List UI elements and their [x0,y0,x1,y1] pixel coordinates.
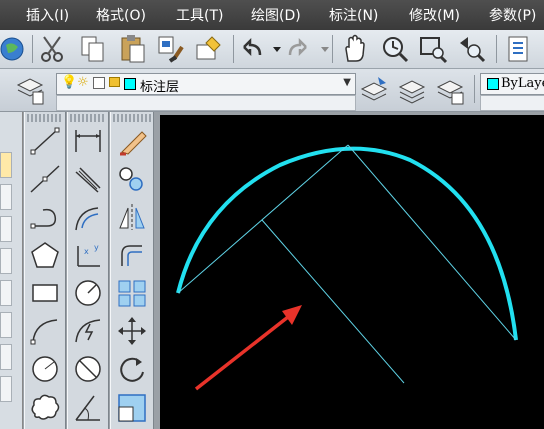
mirror-icon[interactable] [114,200,150,234]
dimension-toolbar: xy [67,112,109,429]
toolbar-separator [496,35,497,63]
svg-text:y: y [94,243,99,252]
draw-toolbar [24,112,66,429]
copy-icon[interactable] [78,33,108,65]
color-control-value: ByLaye [501,76,544,91]
menu-insert[interactable]: 插入(I) [26,5,69,25]
menu-tools[interactable]: 工具(T) [176,5,223,25]
pan-hand-icon[interactable] [340,33,370,65]
rectangle-tool-icon[interactable] [27,276,63,310]
undo-dropdown-icon[interactable] [262,33,281,65]
panel-cell[interactable] [0,376,12,402]
standard-toolbar [0,30,544,69]
svg-text:x: x [84,247,89,256]
globe-icon[interactable] [0,33,30,65]
scale-icon[interactable] [114,390,150,424]
toolbar-grip[interactable] [70,114,106,122]
toolbar-separator [474,75,475,103]
toolbar-grip[interactable] [113,114,151,122]
menu-draw[interactable]: 绘图(D) [251,5,301,25]
chevron-down-icon: ▼ [343,77,351,88]
layer-color-swatch [124,78,136,90]
color-control-dropdown[interactable]: ByLaye [480,73,544,95]
construction-line-icon[interactable] [27,162,63,196]
array-icon[interactable] [114,276,150,310]
redo-icon[interactable] [282,33,312,65]
angular-dimension-icon[interactable] [70,390,106,424]
sun-icon: ☼ [77,75,89,90]
ordinate-dimension-icon[interactable]: xy [70,238,106,272]
lock-icon [109,77,120,87]
erase-icon[interactable] [114,124,150,158]
drawing-canvas[interactable] [160,115,544,429]
layer-states-icon[interactable] [436,73,466,105]
paste-icon[interactable] [118,33,148,65]
panel-cell[interactable] [0,152,12,178]
panel-cell[interactable] [0,184,12,210]
rotate-icon[interactable] [114,352,150,386]
arc-tool-icon[interactable] [27,314,63,348]
menu-bar: 插入(I) 格式(O) 工具(T) 绘图(D) 标注(N) 修改(M) 参数(P… [0,0,544,30]
copy-object-icon[interactable] [114,162,150,196]
move-icon[interactable] [114,314,150,348]
polyline-tool-icon[interactable] [27,200,63,234]
lightbulb-icon: 💡 [61,75,78,90]
properties-icon[interactable] [504,33,534,65]
match-properties-icon[interactable] [156,33,186,65]
toolbar-separator [332,35,333,63]
menu-parameters[interactable]: 参数(P) [489,5,536,25]
layer-dropdown-lower-bar [56,95,356,111]
color-swatch [487,78,499,90]
layers-toolbar: 💡 ☼ 标注层 ▼ ByLaye [0,69,544,112]
zoom-window-icon[interactable] [418,33,448,65]
panel-cell[interactable] [0,344,12,370]
panel-cell[interactable] [0,280,12,306]
cut-icon[interactable] [38,33,68,65]
offset-icon[interactable] [114,238,150,272]
red-annotation-arrow [194,305,302,391]
panel-cell[interactable] [0,216,12,242]
linear-dimension-icon[interactable] [70,124,106,158]
line-tool-icon[interactable] [27,124,63,158]
redo-dropdown-icon[interactable] [310,33,329,65]
menu-format[interactable]: 格式(O) [96,5,146,25]
aligned-dimension-icon[interactable] [70,162,106,196]
revision-cloud-icon[interactable] [27,390,63,424]
cyan-arc [176,146,518,341]
block-editor-icon[interactable] [194,33,224,65]
circle-tool-icon[interactable] [27,352,63,386]
zoom-previous-icon[interactable] [456,33,486,65]
construction-line [261,219,405,384]
current-layer-name: 标注层 [140,80,180,95]
panel-cell[interactable] [0,312,12,338]
toolbar-separator [233,35,234,63]
layer-dropdown[interactable]: 💡 ☼ 标注层 ▼ [56,73,356,95]
toolbar-grip[interactable] [27,114,63,122]
modify-toolbar [110,112,154,429]
layer-properties-icon[interactable] [16,73,46,105]
viewport-freeze-icon [93,77,105,89]
color-control-lower-bar [480,95,544,111]
radius-dimension-icon[interactable] [70,276,106,310]
menu-dimension[interactable]: 标注(N) [329,5,378,25]
left-side-panel [0,112,23,429]
make-current-layer-icon[interactable] [360,73,390,105]
layer-previous-icon[interactable] [398,73,428,105]
zoom-realtime-icon[interactable] [380,33,410,65]
chord-line-left [177,144,349,294]
menu-modify[interactable]: 修改(M) [409,5,460,25]
toolbar-separator [32,35,33,63]
panel-cell[interactable] [0,248,12,274]
jogged-dimension-icon[interactable] [70,314,106,348]
arc-length-dimension-icon[interactable] [70,200,106,234]
polygon-tool-icon[interactable] [27,238,63,272]
diameter-dimension-icon[interactable] [70,352,106,386]
